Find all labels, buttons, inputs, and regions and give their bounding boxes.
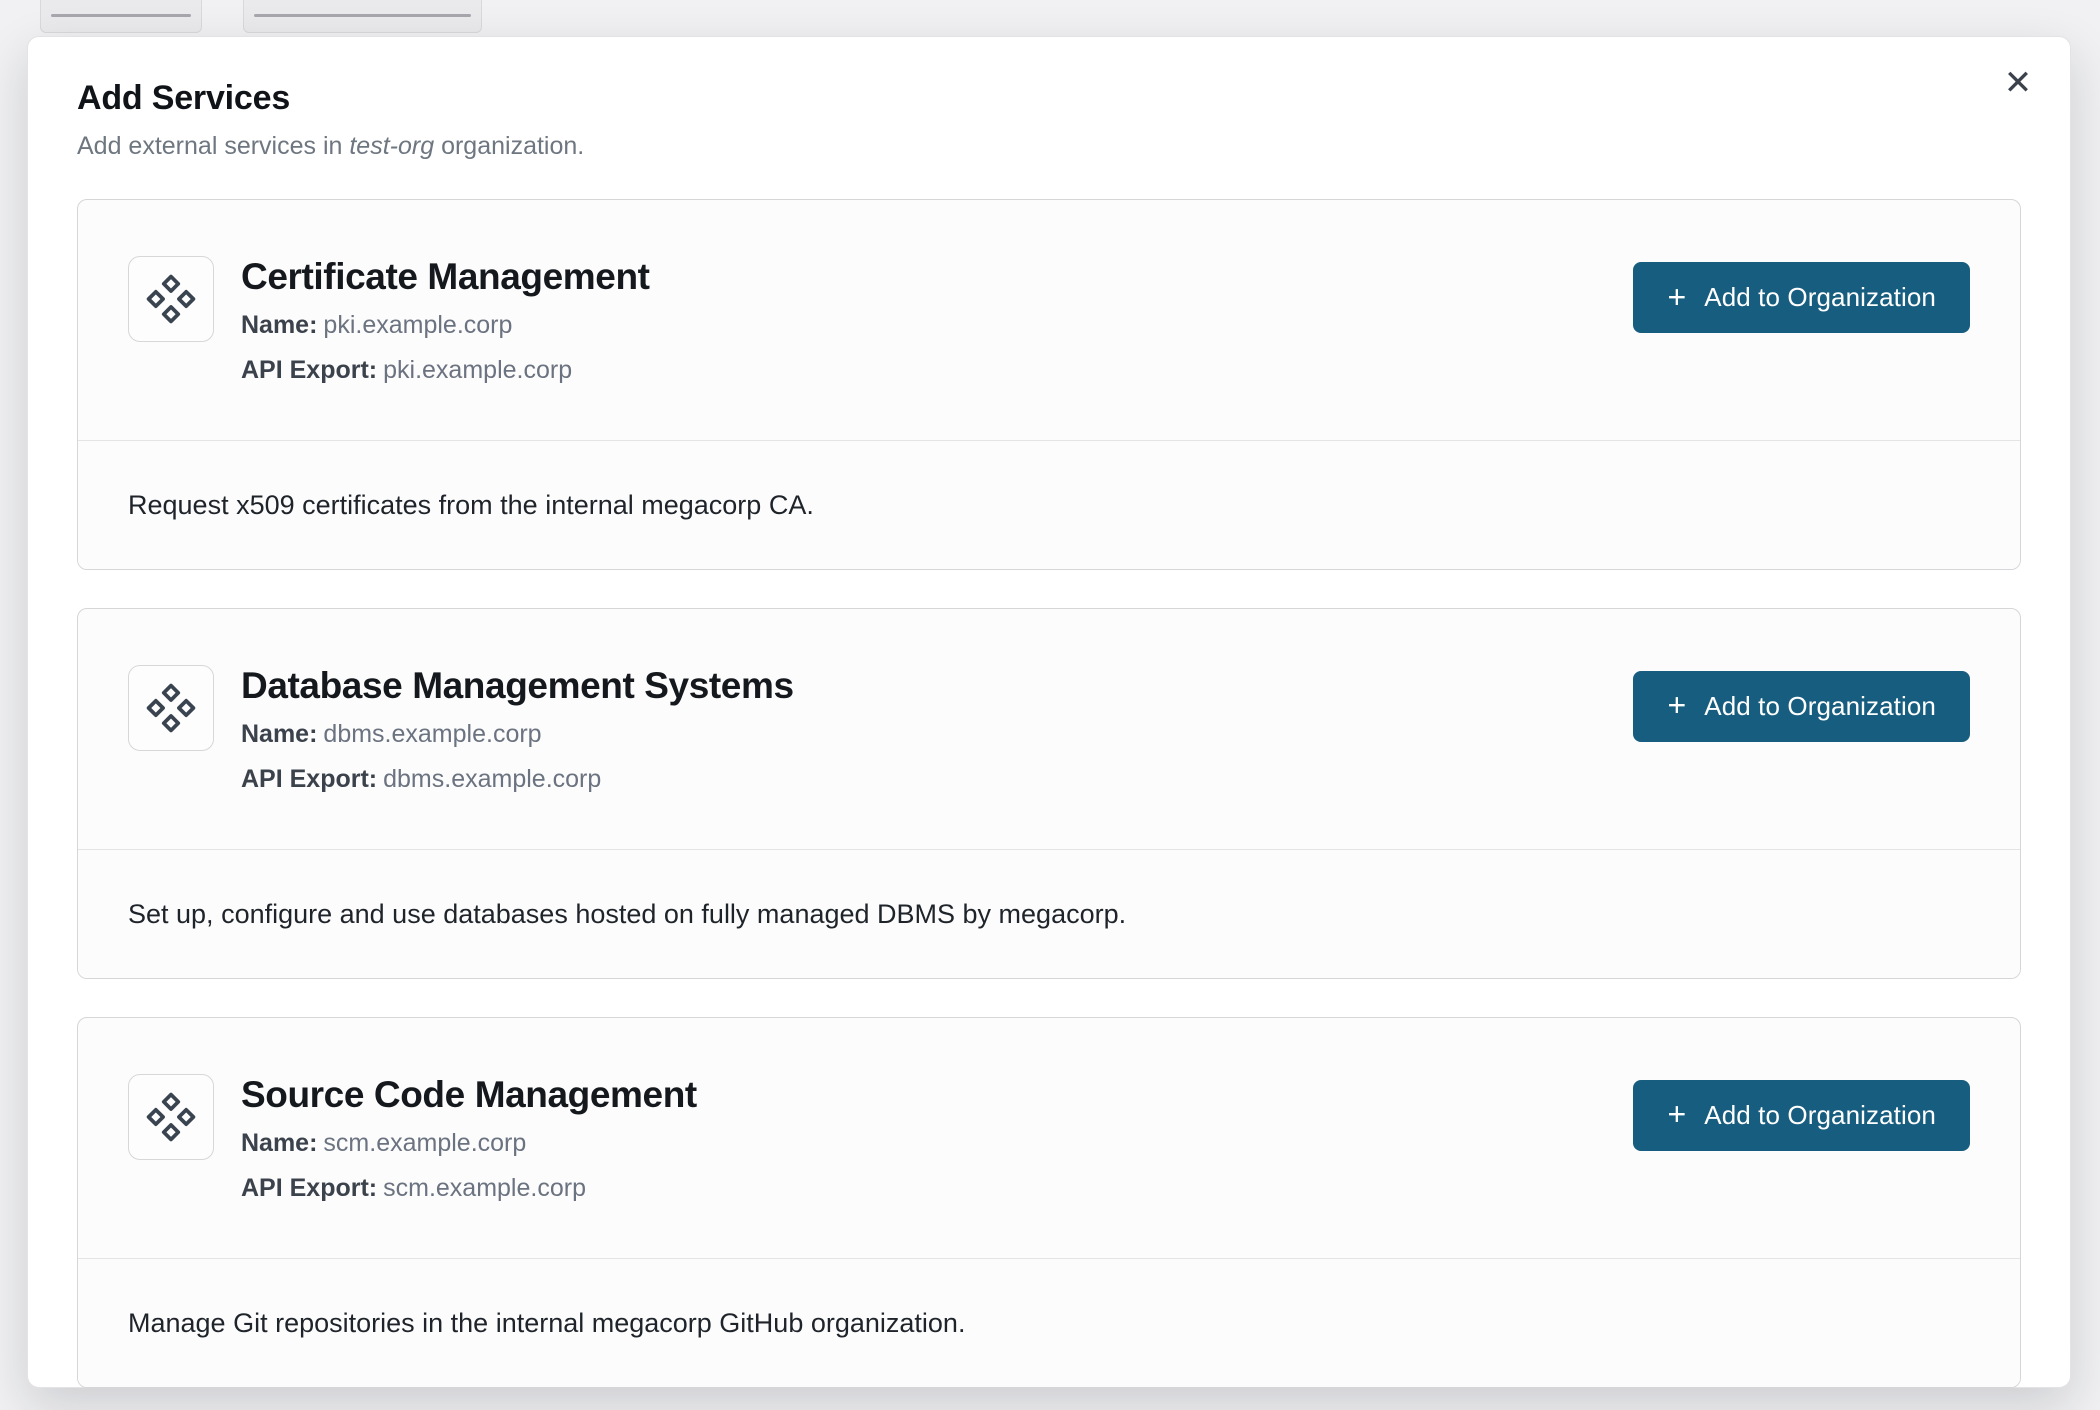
service-description: Set up, configure and use databases host… xyxy=(78,849,2020,978)
service-api-row: API Export:pki.example.corp xyxy=(241,352,650,390)
api-export-value: scm.example.corp xyxy=(383,1174,586,1202)
service-description: Request x509 certificates from the inter… xyxy=(78,440,2020,569)
name-value: scm.example.corp xyxy=(323,1129,526,1157)
add-button-label: Add to Organization xyxy=(1704,1100,1936,1131)
api-export-value: pki.example.corp xyxy=(383,356,572,384)
modal-subtitle: Add external services in test-org organi… xyxy=(77,132,2021,161)
add-button-label: Add to Organization xyxy=(1704,691,1936,722)
subtitle-suffix: organization. xyxy=(434,132,584,160)
api-export-label: API Export: xyxy=(241,1174,377,1202)
service-api-row: API Export:dbms.example.corp xyxy=(241,761,794,799)
add-to-organization-button[interactable]: + Add to Organization xyxy=(1633,262,1970,333)
plus-icon: + xyxy=(1667,689,1686,721)
service-grid-icon xyxy=(128,1074,214,1160)
service-title: Source Code Management xyxy=(241,1074,697,1117)
service-name-row: Name:dbms.example.corp xyxy=(241,716,794,754)
add-services-modal: ✕ Add Services Add external services in … xyxy=(27,36,2071,1388)
org-name: test-org xyxy=(349,132,434,160)
api-export-label: API Export: xyxy=(241,765,377,793)
service-title: Database Management Systems xyxy=(241,665,794,708)
page-title: Add Services xyxy=(77,79,2021,118)
service-title: Certificate Management xyxy=(241,256,650,299)
service-info: Source Code Management Name:scm.example.… xyxy=(241,1074,697,1208)
service-grid-icon xyxy=(128,665,214,751)
background-tab xyxy=(40,0,202,33)
service-card-certificate-management: Certificate Management Name:pki.example.… xyxy=(77,199,2021,570)
plus-icon: + xyxy=(1667,281,1686,313)
service-info: Database Management Systems Name:dbms.ex… xyxy=(241,665,794,799)
service-grid-icon xyxy=(128,256,214,342)
api-export-value: dbms.example.corp xyxy=(383,765,601,793)
api-export-label: API Export: xyxy=(241,356,377,384)
add-to-organization-button[interactable]: + Add to Organization xyxy=(1633,1080,1970,1151)
service-info: Certificate Management Name:pki.example.… xyxy=(241,256,650,390)
plus-icon: + xyxy=(1667,1098,1686,1130)
close-icon[interactable]: ✕ xyxy=(1996,61,2040,105)
name-label: Name: xyxy=(241,311,317,339)
service-name-row: Name:pki.example.corp xyxy=(241,307,650,345)
name-label: Name: xyxy=(241,1129,317,1157)
card-header: Certificate Management Name:pki.example.… xyxy=(78,200,2020,440)
service-description: Manage Git repositories in the internal … xyxy=(78,1258,2020,1387)
card-header: Database Management Systems Name:dbms.ex… xyxy=(78,609,2020,849)
background-tab xyxy=(243,0,482,33)
subtitle-prefix: Add external services in xyxy=(77,132,349,160)
service-card-database-management-systems: Database Management Systems Name:dbms.ex… xyxy=(77,608,2021,979)
add-to-organization-button[interactable]: + Add to Organization xyxy=(1633,671,1970,742)
name-value: pki.example.corp xyxy=(323,311,512,339)
name-value: dbms.example.corp xyxy=(323,720,541,748)
service-card-list: Certificate Management Name:pki.example.… xyxy=(77,199,2021,1388)
name-label: Name: xyxy=(241,720,317,748)
service-card-source-code-management: Source Code Management Name:scm.example.… xyxy=(77,1017,2021,1388)
card-header: Source Code Management Name:scm.example.… xyxy=(78,1018,2020,1258)
add-button-label: Add to Organization xyxy=(1704,282,1936,313)
service-name-row: Name:scm.example.corp xyxy=(241,1125,697,1163)
service-api-row: API Export:scm.example.corp xyxy=(241,1170,697,1208)
